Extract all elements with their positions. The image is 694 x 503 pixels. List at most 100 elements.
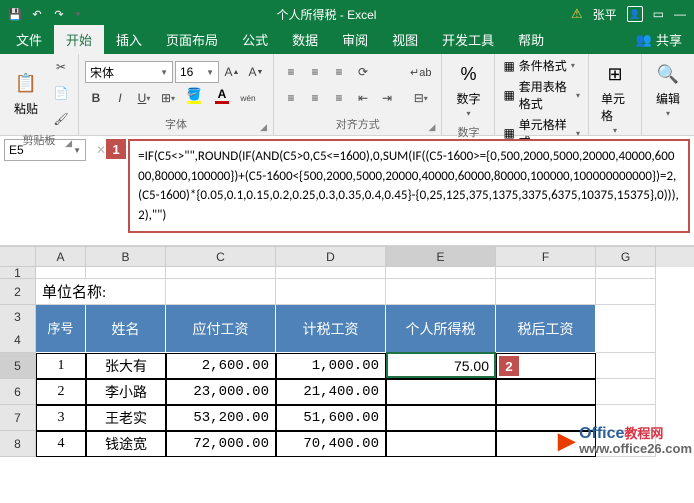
col-header-b[interactable]: B bbox=[86, 247, 166, 267]
fill-color-button[interactable]: 🪣 bbox=[181, 87, 207, 109]
share-button[interactable]: 👥 共享 bbox=[624, 25, 694, 54]
border-button[interactable]: ⊞▾ bbox=[157, 87, 179, 109]
cell[interactable] bbox=[596, 353, 656, 379]
col-header-a[interactable]: A bbox=[36, 247, 86, 267]
header-net[interactable]: 税后工资 bbox=[496, 305, 596, 353]
cell-tax[interactable] bbox=[386, 431, 496, 457]
cell-pay[interactable]: 23,000.00 bbox=[166, 379, 276, 405]
ribbon-options-icon[interactable]: ▭ bbox=[653, 7, 664, 21]
cell-seq[interactable]: 2 bbox=[36, 379, 86, 405]
italic-button[interactable]: I bbox=[109, 87, 131, 109]
col-header-d[interactable]: D bbox=[276, 247, 386, 267]
select-all-corner[interactable] bbox=[0, 247, 36, 267]
tab-dev[interactable]: 开发工具 bbox=[430, 25, 506, 54]
phonetic-icon[interactable]: wén bbox=[237, 87, 259, 109]
col-header-f[interactable]: F bbox=[496, 247, 596, 267]
cancel-icon[interactable]: ✕ bbox=[96, 143, 106, 157]
cell[interactable] bbox=[596, 279, 656, 305]
worksheet[interactable]: A B C D E F G 1 2 单位名称: 34 序号 姓名 应付工资 计税… bbox=[0, 246, 694, 457]
increase-font-icon[interactable]: A▲ bbox=[221, 61, 243, 83]
cell-tax[interactable] bbox=[386, 405, 496, 431]
row-header-6[interactable]: 6 bbox=[0, 379, 36, 405]
user-name[interactable]: 张平 bbox=[593, 6, 617, 23]
user-avatar-icon[interactable]: 👤 bbox=[627, 6, 643, 22]
tab-formulas[interactable]: 公式 bbox=[230, 25, 280, 54]
minimize-icon[interactable]: — bbox=[674, 7, 686, 21]
cell-seq[interactable]: 4 bbox=[36, 431, 86, 457]
cell[interactable] bbox=[386, 279, 496, 305]
align-top-icon[interactable]: ≡ bbox=[280, 61, 302, 83]
decrease-font-icon[interactable]: A▼ bbox=[245, 61, 267, 83]
cell-taxbase[interactable]: 51,600.00 bbox=[276, 405, 386, 431]
cell-net[interactable] bbox=[496, 379, 596, 405]
cell[interactable] bbox=[596, 267, 656, 279]
cell[interactable] bbox=[276, 279, 386, 305]
tab-review[interactable]: 审阅 bbox=[330, 25, 380, 54]
align-center-icon[interactable]: ≡ bbox=[304, 87, 326, 109]
cell[interactable] bbox=[496, 267, 596, 279]
cell[interactable] bbox=[166, 267, 276, 279]
cell[interactable] bbox=[596, 379, 656, 405]
editing-button[interactable]: 🔍 编辑 ▾ bbox=[648, 56, 688, 122]
cell-name[interactable]: 王老实 bbox=[86, 405, 166, 431]
tab-file[interactable]: 文件 bbox=[4, 25, 54, 54]
col-header-c[interactable]: C bbox=[166, 247, 276, 267]
save-icon[interactable]: 💾 bbox=[8, 7, 22, 21]
cell-name[interactable]: 张大有 bbox=[86, 353, 166, 379]
cell-tax[interactable] bbox=[386, 379, 496, 405]
underline-button[interactable]: U▾ bbox=[133, 87, 155, 109]
row-header-5[interactable]: 5 bbox=[0, 353, 36, 379]
font-name-select[interactable]: 宋体▼ bbox=[85, 61, 173, 83]
font-size-select[interactable]: 16▼ bbox=[175, 61, 219, 83]
cell-seq[interactable]: 3 bbox=[36, 405, 86, 431]
cell[interactable] bbox=[36, 267, 86, 279]
row-header-8[interactable]: 8 bbox=[0, 431, 36, 457]
align-left-icon[interactable]: ≡ bbox=[280, 87, 302, 109]
row-header-1[interactable]: 1 bbox=[0, 267, 36, 279]
tab-home[interactable]: 开始 bbox=[54, 25, 104, 54]
redo-icon[interactable]: ↷ bbox=[52, 7, 66, 21]
cell-pay[interactable]: 2,600.00 bbox=[166, 353, 276, 379]
header-tax[interactable]: 个人所得税 bbox=[386, 305, 496, 353]
cell-pay[interactable]: 53,200.00 bbox=[166, 405, 276, 431]
tab-help[interactable]: 帮助 bbox=[506, 25, 556, 54]
align-launcher-icon[interactable]: ◢ bbox=[429, 122, 436, 133]
cell[interactable] bbox=[596, 305, 656, 353]
row-header-3-4[interactable]: 34 bbox=[0, 305, 36, 353]
cell[interactable] bbox=[166, 279, 276, 305]
col-header-g[interactable]: G bbox=[596, 247, 656, 267]
cell-seq[interactable]: 1 bbox=[36, 353, 86, 379]
header-seq[interactable]: 序号 bbox=[36, 305, 86, 353]
orientation-icon[interactable]: ⟳ bbox=[352, 61, 374, 83]
tab-layout[interactable]: 页面布局 bbox=[154, 25, 230, 54]
align-right-icon[interactable]: ≡ bbox=[328, 87, 350, 109]
formula-input[interactable]: =IF(C5<>"",ROUND(IF(AND(C5>0,C5<=1600),0… bbox=[128, 139, 690, 233]
header-pay[interactable]: 应付工资 bbox=[166, 305, 276, 353]
cell-name[interactable]: 钱途宽 bbox=[86, 431, 166, 457]
cell[interactable] bbox=[386, 267, 496, 279]
header-name[interactable]: 姓名 bbox=[86, 305, 166, 353]
cell-org-label[interactable]: 单位名称: bbox=[36, 279, 166, 305]
col-header-e[interactable]: E bbox=[386, 247, 496, 267]
cell[interactable] bbox=[86, 267, 166, 279]
format-painter-icon[interactable]: 🖌 bbox=[50, 108, 72, 130]
table-format-button[interactable]: ▦套用表格格式▾ bbox=[501, 77, 582, 113]
font-launcher-icon[interactable]: ◢ bbox=[260, 122, 267, 133]
cells-button[interactable]: ⊞ 单元格 ▾ bbox=[595, 56, 635, 139]
increase-indent-icon[interactable]: ⇥ bbox=[376, 87, 398, 109]
tab-insert[interactable]: 插入 bbox=[104, 25, 154, 54]
qat-dropdown-icon[interactable]: ▼ bbox=[74, 10, 82, 19]
warning-icon[interactable]: ⚠ bbox=[571, 6, 583, 22]
font-color-button[interactable]: A bbox=[209, 87, 235, 109]
merge-icon[interactable]: ⊟▾ bbox=[406, 87, 435, 109]
conditional-format-button[interactable]: ▦条件格式▾ bbox=[501, 56, 582, 75]
cell[interactable] bbox=[276, 267, 386, 279]
align-bottom-icon[interactable]: ≡ bbox=[328, 61, 350, 83]
align-middle-icon[interactable]: ≡ bbox=[304, 61, 326, 83]
cell[interactable] bbox=[496, 279, 596, 305]
cell-name[interactable]: 李小路 bbox=[86, 379, 166, 405]
decrease-indent-icon[interactable]: ⇤ bbox=[352, 87, 374, 109]
paste-button[interactable]: 📋 粘贴 bbox=[6, 66, 46, 121]
cell-pay[interactable]: 72,000.00 bbox=[166, 431, 276, 457]
cell-tax-active[interactable]: 75.00 2 bbox=[386, 353, 496, 379]
